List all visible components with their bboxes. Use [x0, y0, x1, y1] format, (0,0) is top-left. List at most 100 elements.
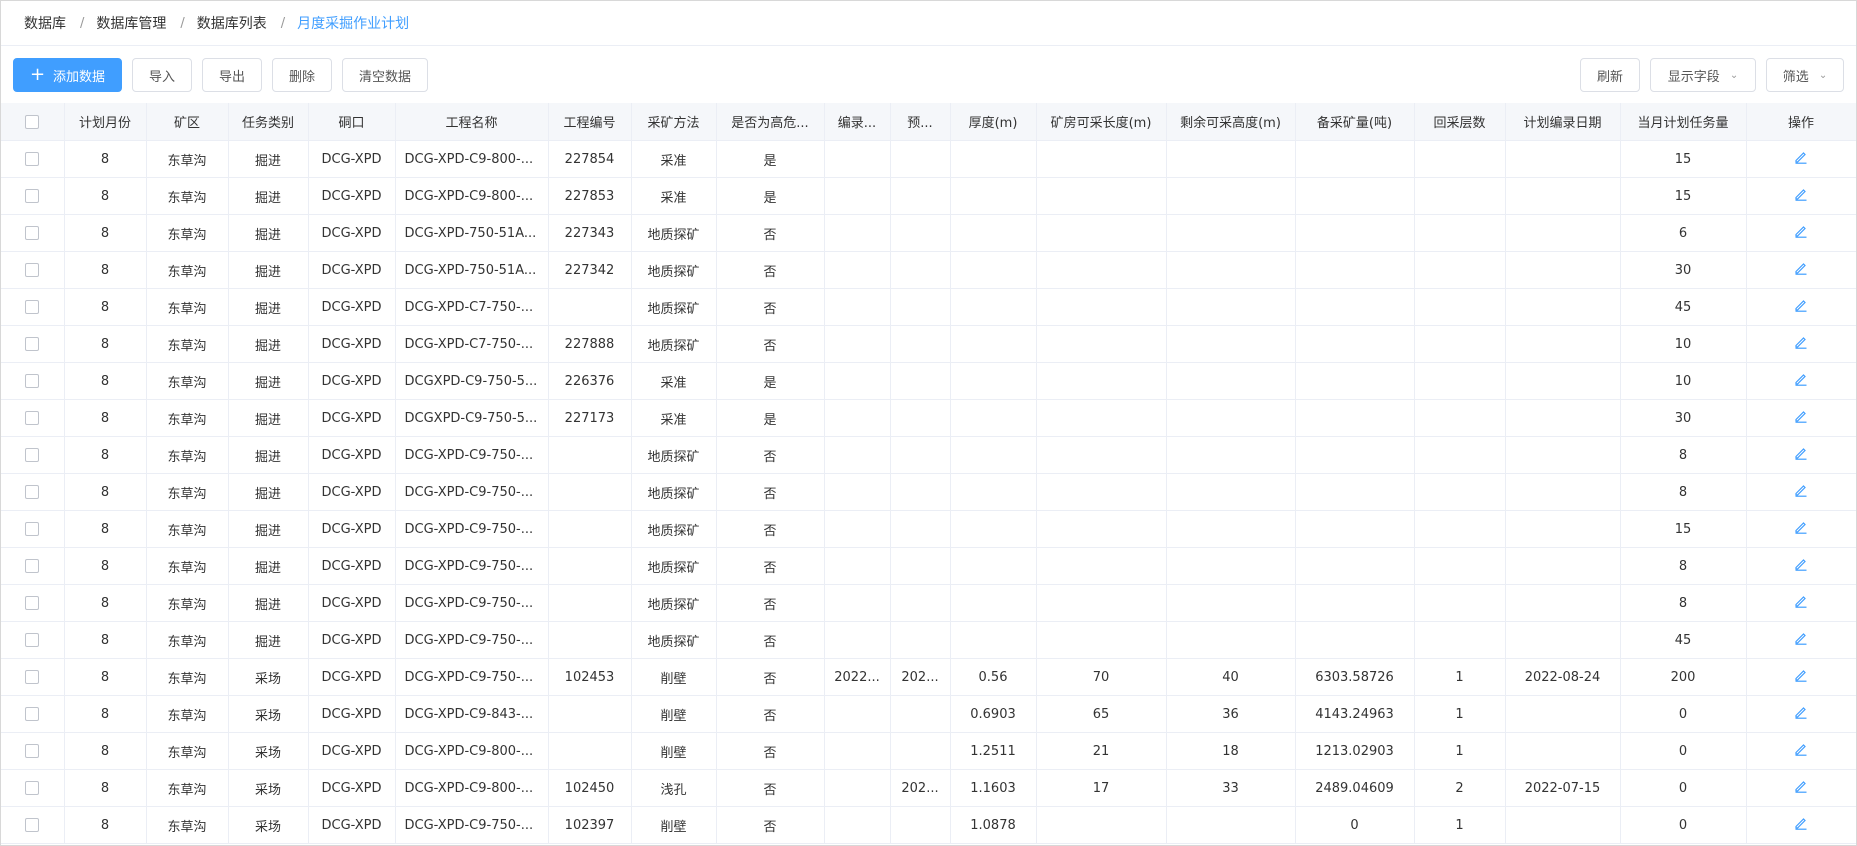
table-row[interactable]: 8 东草沟 掘进 DCG-XPD DCG-XPD-C9-750-... 地质探矿否 8: [1, 547, 1856, 585]
table-cell: [1414, 140, 1506, 178]
row-checkbox[interactable]: [25, 670, 40, 684]
table-row[interactable]: 8 东草沟 掘进 DCG-XPD DCG-XPD-C9-750-... 地质探矿否 15: [1, 510, 1856, 548]
row-checkbox[interactable]: [25, 337, 40, 351]
column-header[interactable]: 是否为高危...: [716, 103, 825, 141]
table-cell: 0.6903: [950, 695, 1037, 733]
column-header[interactable]: 当月计划任务量: [1620, 103, 1747, 141]
edit-icon[interactable]: [1794, 446, 1808, 464]
table-row[interactable]: 8 东草沟 掘进 DCG-XPD DCG-XPD-C7-750-... 地质探矿否 45: [1, 288, 1856, 326]
column-header[interactable]: 计划编录日期: [1505, 103, 1621, 141]
clear-data-button[interactable]: 清空数据: [342, 58, 428, 92]
table-row[interactable]: 8 东草沟 掘进 DCG-XPD DCG-XPD-750-51A... 227343 地质探…: [1, 214, 1856, 252]
table-cell: [890, 140, 951, 178]
table-row[interactable]: 8 东草沟 掘进 DCG-XPD DCG-XPD-C9-750-... 地质探矿否 45: [1, 621, 1856, 659]
row-actions-cell: [1746, 214, 1856, 252]
table-row[interactable]: 8 东草沟 掘进 DCG-XPD DCGXPD-C9-750-5... 227173 采准是…: [1, 399, 1856, 437]
breadcrumb-item-database-list[interactable]: 数据库列表: [197, 13, 267, 33]
row-checkbox[interactable]: [25, 189, 40, 203]
column-header[interactable]: 硐口: [308, 103, 396, 141]
row-checkbox[interactable]: [25, 707, 40, 721]
table-row[interactable]: 8 东草沟 采场 DCG-XPD DCG-XPD-C9-800-... 削壁否 1.2511…: [1, 732, 1856, 770]
row-checkbox[interactable]: [25, 596, 40, 610]
table-row[interactable]: 8 东草沟 掘进 DCG-XPD DCG-XPD-C9-800-... 227853 采准是…: [1, 177, 1856, 215]
table-row[interactable]: 8 东草沟 掘进 DCG-XPD DCG-XPD-C9-800-... 227854 采准是…: [1, 140, 1856, 178]
row-checkbox[interactable]: [25, 411, 40, 425]
row-checkbox[interactable]: [25, 263, 40, 277]
row-checkbox[interactable]: [25, 152, 40, 166]
column-header[interactable]: 采矿方法: [631, 103, 717, 141]
column-header[interactable]: 预...: [890, 103, 951, 141]
table-row[interactable]: 8 东草沟 掘进 DCG-XPD DCG-XPD-C9-750-... 地质探矿否 8: [1, 436, 1856, 474]
data-table-container[interactable]: 计划月份 矿区 任务类别 硐口 工程名称 工程编号 采矿方法 是否为高危... …: [1, 103, 1856, 845]
add-data-button[interactable]: + 添加数据: [13, 58, 122, 92]
row-checkbox[interactable]: [25, 559, 40, 573]
table-cell: [950, 325, 1037, 363]
table-row[interactable]: 8 东草沟 采场 DCG-XPD DCG-XPD-C9-750-... 102453 削壁否…: [1, 658, 1856, 696]
column-header[interactable]: 备采矿量(吨): [1295, 103, 1415, 141]
edit-icon[interactable]: [1794, 668, 1808, 686]
edit-icon[interactable]: [1794, 335, 1808, 353]
row-checkbox[interactable]: [25, 522, 40, 536]
table-row[interactable]: 8 东草沟 掘进 DCG-XPD DCG-XPD-C7-750-... 227888 地质探…: [1, 325, 1856, 363]
edit-icon[interactable]: [1794, 779, 1808, 797]
edit-icon[interactable]: [1794, 224, 1808, 242]
column-header[interactable]: 工程名称: [395, 103, 549, 141]
row-checkbox[interactable]: [25, 818, 40, 832]
import-button[interactable]: 导入: [132, 58, 192, 92]
filter-dropdown[interactable]: 筛选 ⌄: [1766, 58, 1844, 92]
table-cell: 削壁: [631, 658, 717, 696]
column-header[interactable]: 任务类别: [228, 103, 309, 141]
column-header[interactable]: 剩余可采高度(m): [1166, 103, 1296, 141]
row-checkbox[interactable]: [25, 448, 40, 462]
edit-icon[interactable]: [1794, 298, 1808, 316]
column-header[interactable]: 矿区: [146, 103, 229, 141]
row-actions-cell: [1746, 473, 1856, 511]
row-checkbox[interactable]: [25, 633, 40, 647]
edit-icon[interactable]: [1794, 557, 1808, 575]
edit-icon[interactable]: [1794, 372, 1808, 390]
edit-icon[interactable]: [1794, 742, 1808, 760]
edit-icon[interactable]: [1794, 631, 1808, 649]
row-checkbox[interactable]: [25, 300, 40, 314]
table-cell: 0: [1295, 806, 1415, 844]
table-cell: 掘进: [228, 288, 309, 326]
edit-icon[interactable]: [1794, 594, 1808, 612]
edit-icon[interactable]: [1794, 520, 1808, 538]
table-row[interactable]: 8 东草沟 采场 DCG-XPD DCG-XPD-C9-750-... 102397 削壁否…: [1, 806, 1856, 844]
breadcrumb-item-database[interactable]: 数据库: [24, 13, 66, 33]
edit-icon[interactable]: [1794, 261, 1808, 279]
row-select-cell: [1, 288, 65, 326]
row-checkbox[interactable]: [25, 374, 40, 388]
table-cell: [890, 288, 951, 326]
delete-button[interactable]: 删除: [272, 58, 332, 92]
table-row[interactable]: 8 东草沟 采场 DCG-XPD DCG-XPD-C9-843-... 削壁否 0.6903…: [1, 695, 1856, 733]
edit-icon[interactable]: [1794, 483, 1808, 501]
edit-icon[interactable]: [1794, 187, 1808, 205]
row-checkbox[interactable]: [25, 485, 40, 499]
table-row[interactable]: 8 东草沟 采场 DCG-XPD DCG-XPD-C9-800-... 102450 浅孔否…: [1, 769, 1856, 807]
column-header[interactable]: 厚度(m): [950, 103, 1037, 141]
row-checkbox[interactable]: [25, 744, 40, 758]
table-row[interactable]: 8 东草沟 掘进 DCG-XPD DCG-XPD-C9-750-... 地质探矿否 8: [1, 473, 1856, 511]
edit-icon[interactable]: [1794, 409, 1808, 427]
column-header[interactable]: 计划月份: [64, 103, 147, 141]
row-select-cell: [1, 732, 65, 770]
breadcrumb-item-database-management[interactable]: 数据库管理: [96, 13, 166, 33]
row-checkbox[interactable]: [25, 781, 40, 795]
table-row[interactable]: 8 东草沟 掘进 DCG-XPD DCGXPD-C9-750-5... 226376 采准是…: [1, 362, 1856, 400]
select-all-checkbox[interactable]: [25, 114, 40, 129]
refresh-button[interactable]: 刷新: [1580, 58, 1640, 92]
export-button[interactable]: 导出: [202, 58, 262, 92]
column-header[interactable]: 工程编号: [548, 103, 632, 141]
table-cell: [1414, 436, 1506, 474]
column-header[interactable]: 回采层数: [1414, 103, 1506, 141]
column-header[interactable]: 编录...: [824, 103, 891, 141]
table-row[interactable]: 8 东草沟 掘进 DCG-XPD DCG-XPD-C9-750-... 地质探矿否 8: [1, 584, 1856, 622]
display-fields-dropdown[interactable]: 显示字段 ⌄: [1650, 58, 1756, 92]
edit-icon[interactable]: [1794, 150, 1808, 168]
row-checkbox[interactable]: [25, 226, 40, 240]
column-header[interactable]: 矿房可采长度(m): [1036, 103, 1167, 141]
edit-icon[interactable]: [1794, 705, 1808, 723]
table-row[interactable]: 8 东草沟 掘进 DCG-XPD DCG-XPD-750-51A... 227342 地质探…: [1, 251, 1856, 289]
edit-icon[interactable]: [1794, 816, 1808, 834]
